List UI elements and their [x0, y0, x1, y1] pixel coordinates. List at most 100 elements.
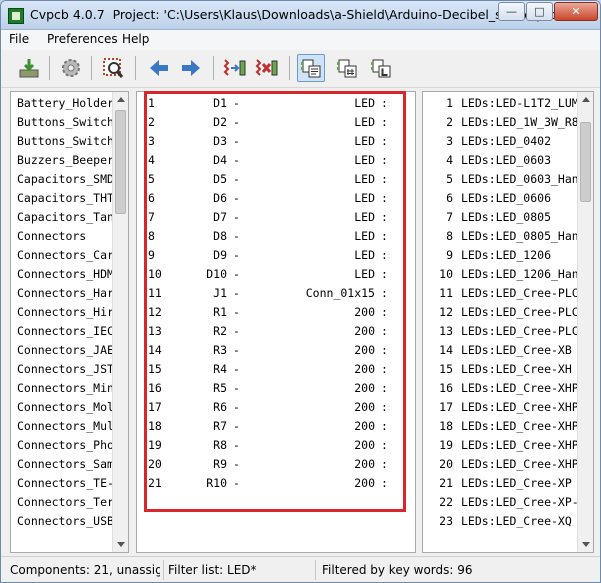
- component-row[interactable]: 4 D4- LED:: [137, 151, 415, 170]
- footprint-item[interactable]: 10 LEDs:LED_1206_HandSoldering: [429, 265, 579, 284]
- library-item[interactable]: Connectors_TE-Connectivity: [17, 474, 112, 493]
- component-row[interactable]: 17 R6- 200:: [137, 398, 415, 417]
- scroll-thumb[interactable]: [580, 122, 591, 202]
- library-list[interactable]: Battery_HoldersButtons_Switches_SMDButto…: [10, 91, 129, 553]
- component-row[interactable]: 12 R1- 200:: [137, 303, 415, 322]
- footprint-item[interactable]: 21 LEDs:LED_Cree-XP: [429, 474, 579, 493]
- component-row[interactable]: 2 D2- LED:: [137, 113, 415, 132]
- view-footprint-button[interactable]: [99, 54, 127, 82]
- component-row[interactable]: 15 R4- 200:: [137, 360, 415, 379]
- footprint-item[interactable]: 17 LEDs:LED_Cree-XHP50_6V: [429, 398, 579, 417]
- footprint-item[interactable]: 19 LEDs:LED_Cree-XHP70_6V: [429, 436, 579, 455]
- library-item[interactable]: Connectors_Samtec: [17, 455, 112, 474]
- component-value: LED: [354, 115, 375, 129]
- library-item[interactable]: Connectors_USB: [17, 512, 112, 531]
- save-button[interactable]: [15, 54, 43, 82]
- component-row[interactable]: 6 D6- LED:: [137, 189, 415, 208]
- footprint-item[interactable]: 18 LEDs:LED_Cree-XHP50_12V: [429, 417, 579, 436]
- footprint-item[interactable]: 22 LEDs:LED_Cree-XP-G: [429, 493, 579, 512]
- footprint-item[interactable]: 1 LEDs:LED-L1T2_LUMILEDS: [429, 94, 579, 113]
- footprint-item[interactable]: 8 LEDs:LED_0805_HandSoldering: [429, 227, 579, 246]
- next-button[interactable]: [177, 54, 205, 82]
- maximize-button[interactable]: □: [526, 2, 553, 21]
- filter-by-pin-count-button[interactable]: [333, 54, 361, 82]
- footprint-item[interactable]: 11 LEDs:LED_Cree-PLCC4_2x2mm_CW: [429, 284, 579, 303]
- library-item[interactable]: Connectors_Molex: [17, 398, 112, 417]
- footprint-item[interactable]: 14 LEDs:LED_Cree-XB: [429, 341, 579, 360]
- component-row[interactable]: 7 D7- LED:: [137, 208, 415, 227]
- scroll-down-icon[interactable]: [582, 542, 590, 547]
- component-row[interactable]: 14 R3- 200:: [137, 341, 415, 360]
- footprint-item[interactable]: 6 LEDs:LED_0606: [429, 189, 579, 208]
- footprint-item[interactable]: 13 LEDs:LED_Cree-PLCC6_4.7x1.5mm: [429, 322, 579, 341]
- settings-button[interactable]: [57, 54, 85, 82]
- component-row[interactable]: 11 J1- Conn_01x15:: [137, 284, 415, 303]
- minimize-button[interactable]: —: [498, 2, 525, 21]
- component-value: LED: [354, 191, 375, 205]
- footprint-name: LEDs:LED-L1T2_LUMILEDS: [461, 96, 579, 110]
- component-row[interactable]: 8 D8- LED:: [137, 227, 415, 246]
- footprint-item[interactable]: 12 LEDs:LED_Cree-PLCC4_3.2x2.8mm_CCW: [429, 303, 579, 322]
- scroll-up-icon[interactable]: [582, 97, 590, 102]
- footprint-item[interactable]: 23 LEDs:LED_Cree-XQ: [429, 512, 579, 531]
- footprint-item[interactable]: 16 LEDs:LED_Cree-XHP35: [429, 379, 579, 398]
- library-item[interactable]: Connectors_Phoenix: [17, 436, 112, 455]
- library-item[interactable]: Capacitors_SMD: [17, 170, 112, 189]
- menu-help[interactable]: Help: [122, 32, 149, 46]
- scroll-up-icon[interactable]: [117, 97, 125, 102]
- component-row[interactable]: 20 R9- 200:: [137, 455, 415, 474]
- footprint-list-scrollbar[interactable]: [577, 92, 593, 552]
- filter-by-library-button[interactable]: [367, 54, 395, 82]
- library-item[interactable]: Connectors: [17, 227, 112, 246]
- library-item[interactable]: Buzzers_Beepers: [17, 151, 112, 170]
- close-button[interactable]: ✕: [554, 2, 598, 21]
- scroll-down-icon[interactable]: [117, 542, 125, 547]
- footprint-item[interactable]: 5 LEDs:LED_0603_HandSoldering: [429, 170, 579, 189]
- component-row[interactable]: 1 D1- LED:: [137, 94, 415, 113]
- library-item[interactable]: Connectors_JST: [17, 360, 112, 379]
- library-item[interactable]: Connectors_Multicomp: [17, 417, 112, 436]
- delete-associations-button[interactable]: [253, 54, 281, 82]
- footprint-item[interactable]: 15 LEDs:LED_Cree-XH: [429, 360, 579, 379]
- footprint-list[interactable]: 1 LEDs:LED-L1T2_LUMILEDS 2 LEDs:LED_1W_3W_R…: [422, 91, 594, 553]
- library-item[interactable]: Connectors_Harwin: [17, 284, 112, 303]
- library-item[interactable]: Capacitors_Tantalum_SMD: [17, 208, 112, 227]
- library-item[interactable]: Connectors_Terminal_Blocks: [17, 493, 112, 512]
- library-item[interactable]: Connectors_Card: [17, 246, 112, 265]
- footprint-item[interactable]: 4 LEDs:LED_0603: [429, 151, 579, 170]
- component-row[interactable]: 21 R10- 200:: [137, 474, 415, 493]
- toolbar-separator: [91, 56, 92, 80]
- component-list[interactable]: 1 D1- LED:2 D2- LED:3 D3- LED:4 D4- LED:5 D5- LED:…: [136, 91, 416, 553]
- footprint-item[interactable]: 9 LEDs:LED_1206: [429, 246, 579, 265]
- library-item[interactable]: Battery_Holders: [17, 94, 112, 113]
- component-number: 16: [148, 381, 162, 395]
- library-item[interactable]: Buttons_Switches_THT: [17, 132, 112, 151]
- component-row[interactable]: 9 D9- LED:: [137, 246, 415, 265]
- footprint-item[interactable]: 7 LEDs:LED_0805: [429, 208, 579, 227]
- library-item[interactable]: Connectors_HDMI: [17, 265, 112, 284]
- component-row[interactable]: 13 R2- 200:: [137, 322, 415, 341]
- menu-preferences[interactable]: Preferences: [47, 32, 118, 46]
- filter-by-keywords-button[interactable]: [297, 54, 325, 82]
- scroll-thumb[interactable]: [115, 110, 126, 214]
- component-row[interactable]: 19 R8- 200:: [137, 436, 415, 455]
- menu-file[interactable]: File: [9, 32, 29, 46]
- component-row[interactable]: 16 R5- 200:: [137, 379, 415, 398]
- auto-associate-button[interactable]: [221, 54, 249, 82]
- component-row[interactable]: 5 D5- LED:: [137, 170, 415, 189]
- library-item[interactable]: Connectors_Mini-Universal: [17, 379, 112, 398]
- library-item[interactable]: Connectors_Hirose: [17, 303, 112, 322]
- component-row[interactable]: 3 D3- LED:: [137, 132, 415, 151]
- footprint-item[interactable]: 20 LEDs:LED_Cree-XHP70_12V: [429, 455, 579, 474]
- footprint-item[interactable]: 2 LEDs:LED_1W_3W_R8: [429, 113, 579, 132]
- component-row[interactable]: 18 R7- 200:: [137, 417, 415, 436]
- library-list-scrollbar[interactable]: [112, 92, 128, 552]
- library-item[interactable]: Capacitors_THT: [17, 189, 112, 208]
- library-item[interactable]: Buttons_Switches_SMD: [17, 113, 112, 132]
- previous-button[interactable]: [145, 54, 173, 82]
- footprint-item[interactable]: 3 LEDs:LED_0402: [429, 132, 579, 151]
- component-reference: D4: [213, 153, 227, 167]
- component-row[interactable]: 10 D10- LED:: [137, 265, 415, 284]
- library-item[interactable]: Connectors_IEC: [17, 322, 112, 341]
- library-item[interactable]: Connectors_JAE: [17, 341, 112, 360]
